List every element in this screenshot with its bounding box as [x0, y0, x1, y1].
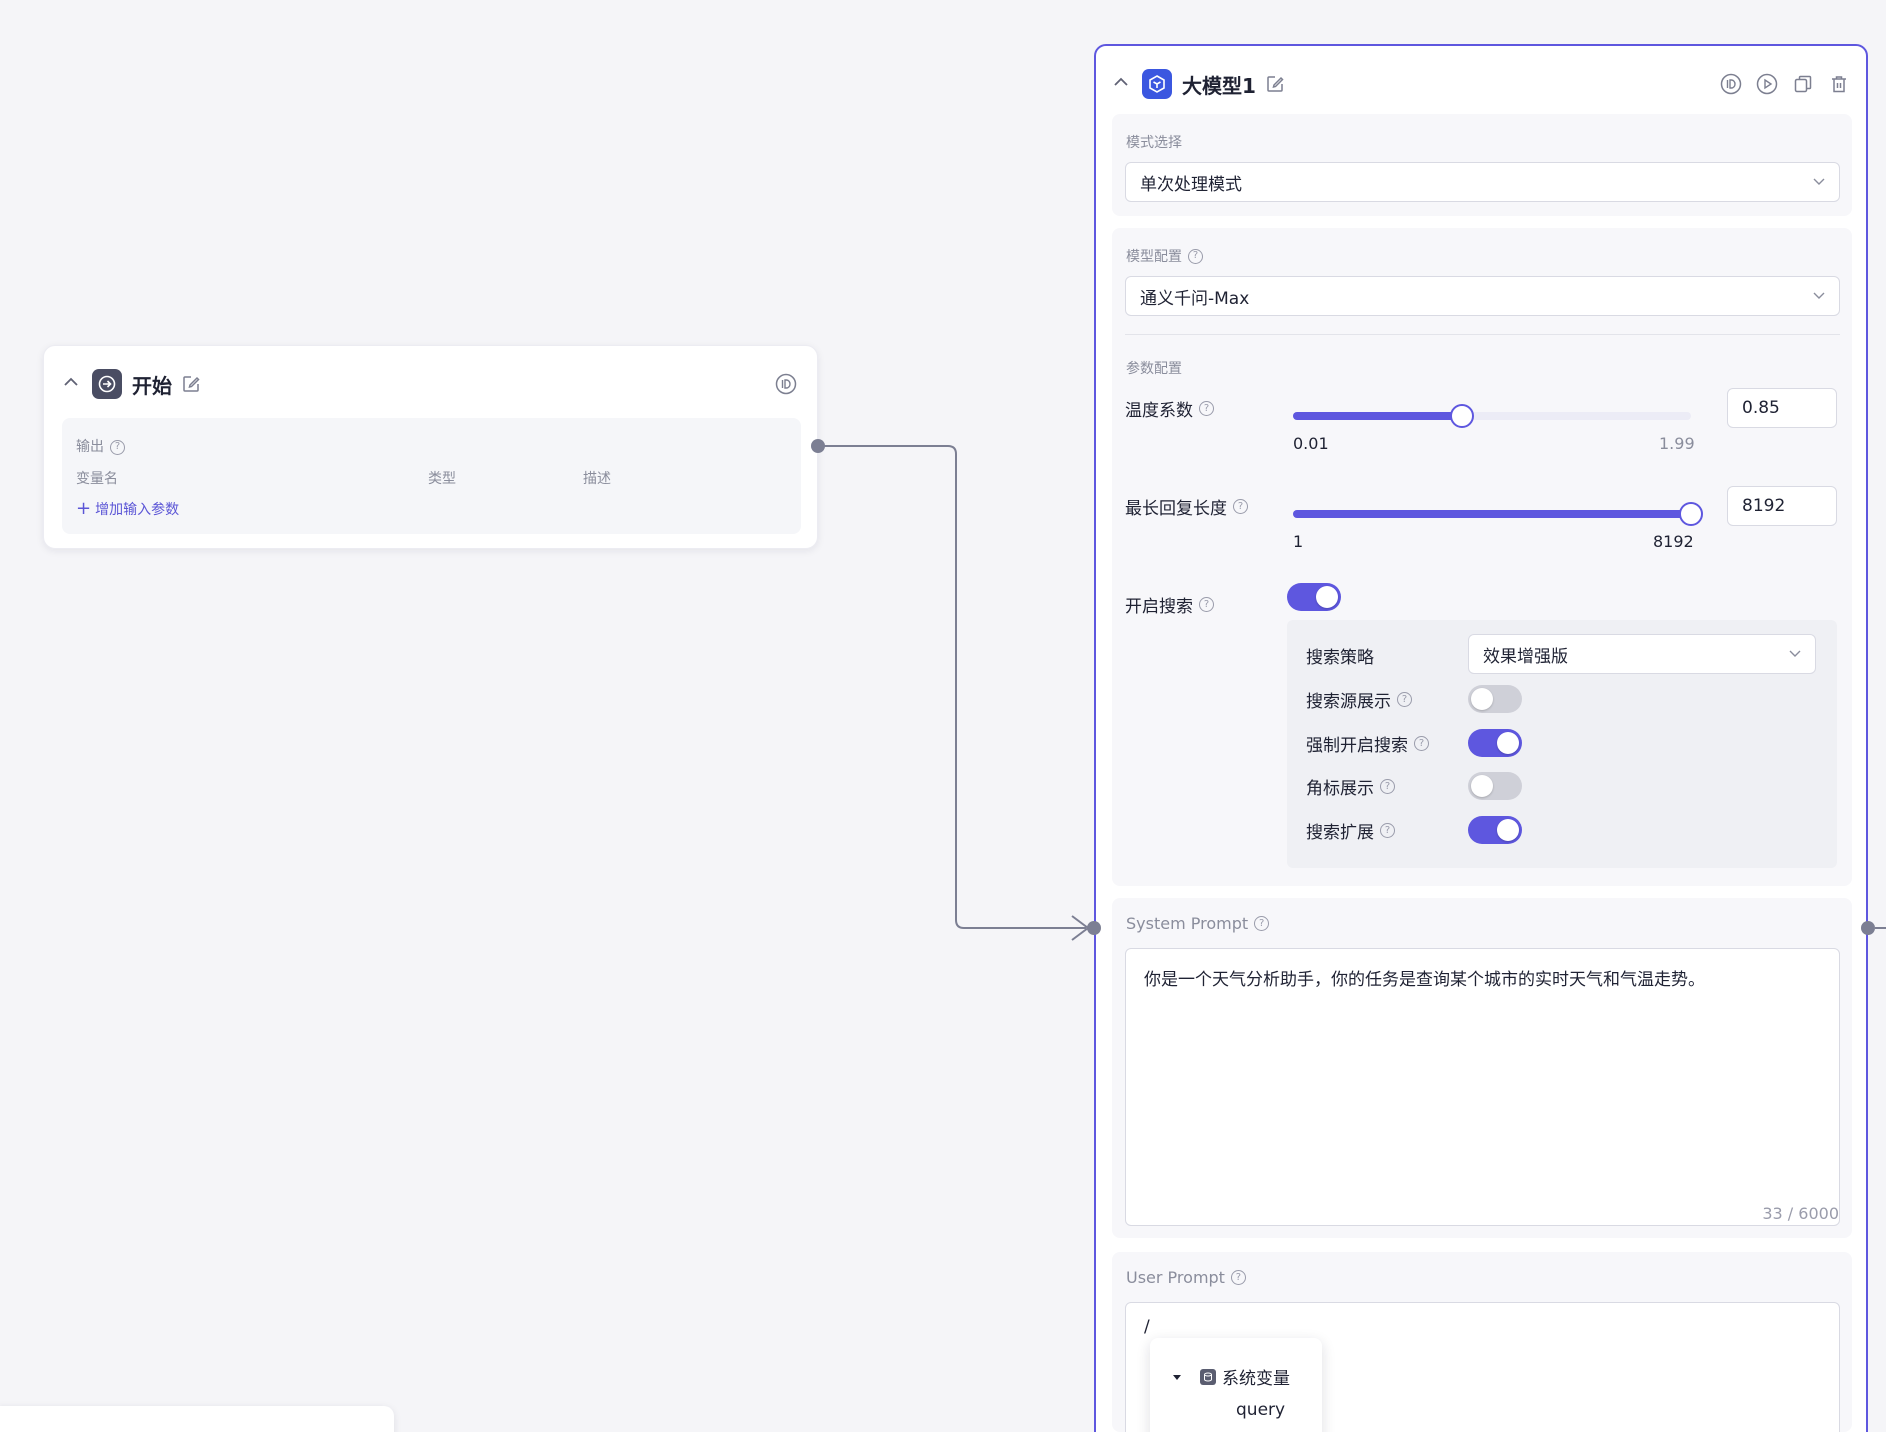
max-length-min: 1 — [1293, 532, 1304, 551]
force-search-label: 强制开启搜索? — [1306, 731, 1429, 756]
output-label: 输出? — [76, 436, 125, 456]
help-icon[interactable]: ? — [1230, 1270, 1246, 1285]
force-search-toggle[interactable] — [1468, 729, 1522, 757]
copy-icon[interactable] — [1790, 71, 1816, 97]
temperature-min: 0.01 — [1293, 434, 1329, 453]
canvas-toolbar[interactable] — [0, 1406, 394, 1432]
column-type: 类型 — [428, 471, 456, 487]
column-desc: 描述 — [583, 471, 611, 487]
max-length-label: 最长回复长度? — [1125, 494, 1248, 519]
id-icon[interactable] — [1718, 71, 1744, 97]
help-icon[interactable]: ? — [1380, 823, 1395, 838]
start-node-title: 开始 — [132, 373, 172, 398]
mode-select[interactable]: 单次处理模式 — [1125, 162, 1840, 202]
search-toggle[interactable] — [1287, 583, 1341, 611]
max-length-slider-fill — [1293, 510, 1691, 518]
start-node[interactable]: 开始 输出? 变量名 类型 描述 + 增加输入参数 — [43, 345, 818, 549]
variable-group-row[interactable]: 系统变量 — [1172, 1364, 1290, 1389]
run-icon[interactable] — [1754, 71, 1780, 97]
chevron-down-icon — [1813, 292, 1825, 299]
edit-title-icon[interactable] — [178, 371, 204, 397]
toggle-knob — [1471, 688, 1493, 710]
help-icon[interactable]: ? — [1397, 692, 1412, 707]
mode-label: 模式选择 — [1126, 135, 1182, 151]
system-prompt-count: 33 / 6000 — [1762, 1204, 1839, 1223]
chevron-down-icon — [1789, 650, 1801, 657]
column-var-name: 变量名 — [76, 471, 118, 487]
model-select[interactable]: 通义千问-Max — [1125, 276, 1840, 316]
help-icon[interactable]: ? — [1233, 499, 1248, 514]
edit-title-icon[interactable] — [1262, 71, 1288, 97]
llm-icon — [1142, 69, 1172, 99]
toggle-knob — [1497, 819, 1519, 841]
toggle-knob — [1497, 732, 1519, 754]
search-label: 开启搜索? — [1125, 592, 1214, 617]
start-output-panel: 输出? 变量名 类型 描述 + 增加输入参数 — [62, 418, 801, 534]
chevron-down-icon — [1813, 178, 1825, 185]
max-length-slider[interactable] — [1293, 502, 1703, 526]
badge-display-label: 角标展示? — [1306, 774, 1395, 799]
temperature-slider-fill — [1293, 412, 1462, 420]
variable-item-query[interactable]: query — [1236, 1400, 1285, 1420]
mode-section: 模式选择 单次处理模式 — [1112, 114, 1852, 216]
edge-stub — [1875, 927, 1886, 929]
divider — [1125, 334, 1840, 335]
user-prompt-label: User Prompt? — [1126, 1268, 1246, 1287]
temperature-slider[interactable] — [1293, 404, 1691, 428]
help-icon[interactable]: ? — [1199, 401, 1214, 416]
help-icon[interactable]: ? — [1199, 597, 1214, 612]
max-length-max: 8192 — [1653, 532, 1694, 551]
system-prompt-textarea[interactable]: 你是一个天气分析助手，你的任务是查询某个城市的实时天气和气温走势。 33 / 6… — [1125, 948, 1840, 1226]
llm-node-header: 大模型1 — [1112, 58, 1852, 110]
caret-down-icon — [1173, 1374, 1181, 1380]
collapse-chevron-icon[interactable] — [1112, 73, 1132, 96]
add-param-button[interactable]: + 增加输入参数 — [76, 498, 179, 519]
search-expand-label: 搜索扩展? — [1306, 818, 1395, 843]
params-label: 参数配置 — [1126, 361, 1182, 377]
search-expand-toggle[interactable] — [1468, 816, 1522, 844]
llm-input-port[interactable] — [1087, 921, 1101, 935]
search-strategy-label: 搜索策略 — [1306, 648, 1374, 668]
user-prompt-text: / — [1144, 1317, 1150, 1337]
workflow-canvas[interactable]: 开始 输出? 变量名 类型 描述 + 增加输入参数 大模型1 模式选择 单次处理… — [0, 0, 1886, 1432]
toggle-knob — [1316, 586, 1338, 608]
llm-output-port[interactable] — [1861, 921, 1875, 935]
search-source-label: 搜索源展示? — [1306, 687, 1412, 712]
system-prompt-label: System Prompt? — [1126, 914, 1270, 933]
help-icon[interactable]: ? — [1188, 248, 1203, 264]
system-prompt-section: System Prompt? 你是一个天气分析助手，你的任务是查询某个城市的实时… — [1112, 898, 1852, 1238]
system-prompt-text: 你是一个天气分析助手，你的任务是查询某个城市的实时天气和气温走势。 — [1144, 970, 1705, 990]
collapse-chevron-icon[interactable] — [62, 373, 82, 396]
plus-icon: + — [76, 498, 92, 519]
start-output-port[interactable] — [811, 439, 825, 453]
llm-node-title: 大模型1 — [1182, 73, 1256, 98]
model-label: 模型配置? — [1126, 246, 1203, 266]
help-icon[interactable]: ? — [1380, 779, 1395, 794]
temperature-label: 温度系数? — [1125, 396, 1214, 421]
toggle-knob — [1471, 775, 1493, 797]
help-icon[interactable]: ? — [1254, 916, 1270, 931]
temperature-slider-thumb[interactable] — [1449, 404, 1474, 428]
start-icon — [92, 369, 122, 399]
start-node-header: 开始 — [62, 362, 799, 406]
database-icon — [1200, 1368, 1216, 1385]
search-strategy-select[interactable]: 效果增强版 — [1468, 634, 1816, 674]
id-icon[interactable] — [773, 371, 799, 397]
search-source-toggle[interactable] — [1468, 685, 1522, 713]
temperature-max: 1.99 — [1659, 434, 1695, 453]
help-icon[interactable]: ? — [110, 439, 125, 455]
temperature-input[interactable]: 0.85 — [1727, 388, 1837, 428]
max-length-slider-thumb[interactable] — [1679, 502, 1703, 526]
max-length-input[interactable]: 8192 — [1727, 486, 1837, 526]
help-icon[interactable]: ? — [1414, 736, 1429, 751]
variable-popup: 系统变量 query — [1150, 1338, 1322, 1432]
delete-icon[interactable] — [1826, 71, 1852, 97]
badge-display-toggle[interactable] — [1468, 772, 1522, 800]
